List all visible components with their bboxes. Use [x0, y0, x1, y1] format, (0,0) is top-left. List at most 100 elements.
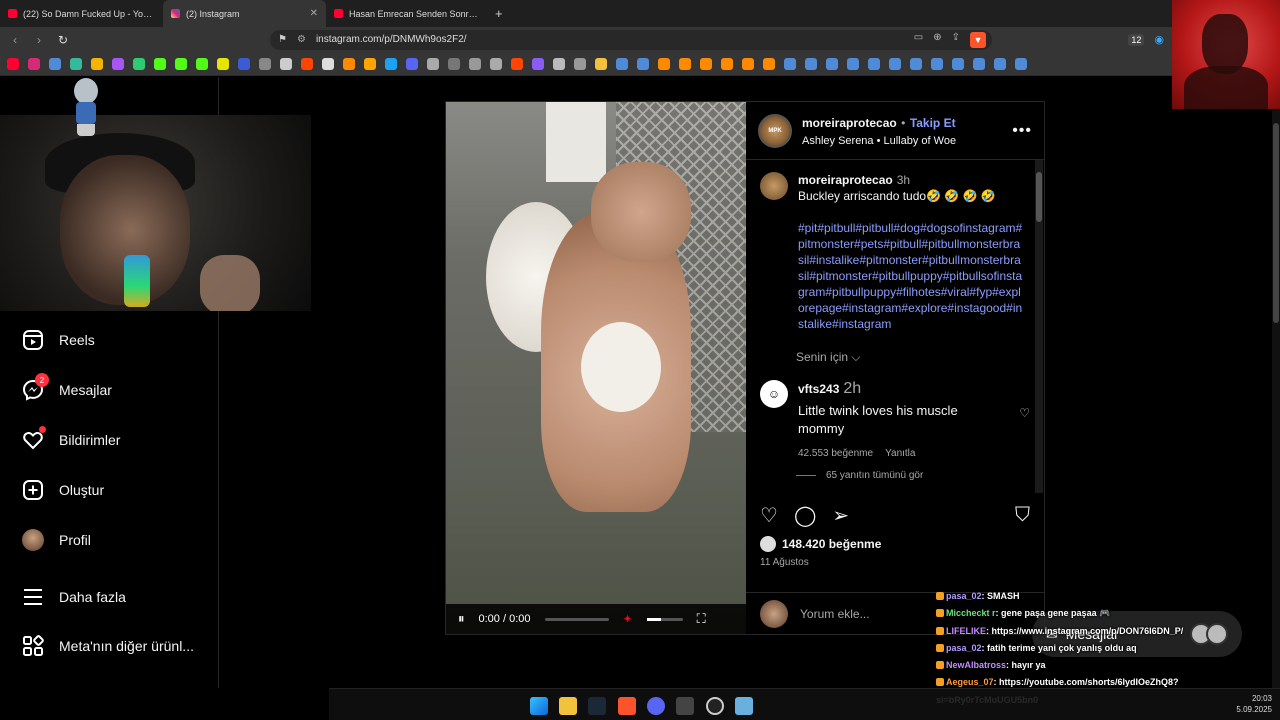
comments-scrollbar[interactable] [1035, 160, 1043, 493]
bookmark-favicon-icon[interactable] [343, 57, 355, 70]
sidebar-item-profile[interactable]: Profil [22, 529, 91, 551]
bookmark-favicon-icon[interactable] [490, 57, 502, 70]
sidebar-item-notifications[interactable]: Bildirimler [22, 426, 120, 451]
bookmark-favicon-icon[interactable] [658, 57, 670, 70]
back-icon[interactable]: ‹ [8, 33, 22, 47]
bookmark-favicon-icon[interactable] [742, 57, 754, 70]
discord-icon[interactable] [647, 697, 665, 715]
bookmark-favicon-icon[interactable] [49, 57, 61, 70]
bookmark-favicon-icon[interactable] [805, 57, 817, 70]
sidebar-item-more[interactable]: Daha fazla [22, 586, 126, 608]
author-username[interactable]: moreiraprotecao [802, 116, 897, 130]
add-comment-input[interactable]: Yorum ekle... [800, 607, 870, 621]
bookmark-favicon-icon[interactable] [133, 57, 145, 70]
sidebar-item-meta-products[interactable]: Meta'nın diğer ürünl... [22, 635, 194, 657]
obs-icon[interactable] [706, 697, 724, 715]
like-icon[interactable]: ♡ [760, 503, 778, 528]
bookmark-favicon-icon[interactable] [679, 57, 691, 70]
bookmark-favicon-icon[interactable] [784, 57, 796, 70]
comment-icon[interactable]: ◯ [794, 503, 816, 528]
page-scrollbar[interactable] [1272, 109, 1280, 720]
bookmark-favicon-icon[interactable] [322, 57, 334, 70]
bookmark-favicon-icon[interactable] [259, 57, 271, 70]
view-replies[interactable]: 65 yanıtın tümünü gör [796, 470, 923, 481]
bookmark-favicon-icon[interactable] [511, 57, 523, 70]
steam-icon[interactable] [588, 697, 606, 715]
video-progress-bar[interactable] [544, 617, 609, 621]
bookmark-favicon-icon[interactable] [931, 57, 943, 70]
caption-hashtags[interactable]: #pit#pitbull#pitbull#dog#dogsofinstagram… [798, 220, 1024, 332]
bookmark-favicon-icon[interactable] [196, 57, 208, 70]
bookmark-favicon-icon[interactable] [427, 57, 439, 70]
bookmark-favicon-icon[interactable] [889, 57, 901, 70]
like-count[interactable]: 148.420 beğenme [760, 536, 881, 552]
caption-avatar[interactable] [760, 172, 788, 200]
bookmark-favicon-icon[interactable] [952, 57, 964, 70]
bookmark-favicon-icon[interactable] [994, 57, 1006, 70]
post-video[interactable]: ⏸ 0:00 / 0:00 ✦ ⛶ [446, 102, 746, 634]
share-icon[interactable]: ➢ [832, 503, 849, 528]
tab-youtube-1[interactable]: (22) So Damn Fucked Up - YouTube [0, 0, 163, 27]
comment-avatar[interactable]: ☺ [760, 380, 788, 408]
bookmark-favicon-icon[interactable] [532, 57, 544, 70]
caption-username[interactable]: moreiraprotecao [798, 173, 893, 187]
bookmark-favicon-icon[interactable] [385, 57, 397, 70]
audio-track[interactable]: Ashley Serena • Lullaby of Woe [802, 135, 1002, 147]
sidebar-item-messages[interactable]: 2 Mesajlar [22, 373, 112, 401]
bookmark-favicon-icon[interactable] [301, 57, 313, 70]
bookmark-favicon-icon[interactable] [763, 57, 775, 70]
sidebar-item-create[interactable]: Oluştur [22, 479, 104, 501]
bookmark-favicon-icon[interactable] [280, 57, 292, 70]
bookmark-favicon-icon[interactable] [469, 57, 481, 70]
bookmark-favicon-icon[interactable] [721, 57, 733, 70]
bookmark-favicon-icon[interactable] [637, 57, 649, 70]
bookmark-favicon-icon[interactable] [574, 57, 586, 70]
author-avatar[interactable]: MPK [758, 113, 792, 148]
bookmark-favicon-icon[interactable] [406, 57, 418, 70]
share-icon[interactable]: ⇪ [952, 32, 960, 48]
bookmark-favicon-icon[interactable] [91, 57, 103, 70]
extensions-icon[interactable]: 12 [1128, 33, 1145, 46]
bookmark-favicon-icon[interactable] [28, 57, 40, 70]
bookmark-favicon-icon[interactable] [973, 57, 985, 70]
system-clock[interactable]: 20:03 5.09.2025 [1236, 693, 1272, 715]
bookmark-icon[interactable]: ⚑ [278, 34, 287, 45]
network-app-icon[interactable] [735, 697, 753, 715]
bookmark-favicon-icon[interactable] [364, 57, 376, 70]
comment-username[interactable]: vfts243 [798, 382, 839, 396]
sidebar-item-reels[interactable]: Reels [22, 329, 95, 351]
app-icon[interactable] [676, 697, 694, 715]
comment-likes[interactable]: 42.553 beğenme [798, 448, 873, 459]
bookmark-favicon-icon[interactable] [175, 57, 187, 70]
bookmark-favicon-icon[interactable] [700, 57, 712, 70]
bookmark-favicon-icon[interactable] [112, 57, 124, 70]
new-tab-button[interactable]: + [495, 6, 503, 21]
comment-like-icon[interactable]: ♡ [1019, 406, 1030, 420]
bookmark-favicon-icon[interactable] [217, 57, 229, 70]
bookmark-favicon-icon[interactable] [595, 57, 607, 70]
bookmark-favicon-icon[interactable] [616, 57, 628, 70]
bookmark-favicon-icon[interactable] [847, 57, 859, 70]
file-explorer-icon[interactable] [559, 697, 577, 715]
bookmark-favicon-icon[interactable] [826, 57, 838, 70]
bookmark-favicon-icon[interactable] [868, 57, 880, 70]
brave-icon[interactable] [618, 697, 636, 715]
url-field[interactable]: ⚑ ⚙ instagram.com/p/DNMWh9os2F2/ ▭ ⊕ ⇪ ▼ [270, 29, 992, 50]
close-icon[interactable]: ✕ [310, 8, 318, 19]
tab-youtube-2[interactable]: Hasan Emrecan Senden Sonra - YouTube [326, 0, 489, 27]
brave-shield-icon[interactable]: ▼ [970, 31, 986, 48]
bookmark-favicon-icon[interactable] [1015, 57, 1027, 70]
tab-instagram[interactable]: (2) Instagram ✕ [163, 0, 326, 27]
volume-slider[interactable] [646, 617, 683, 621]
save-icon[interactable]: ⛉ [1015, 504, 1030, 527]
bookmark-favicon-icon[interactable] [553, 57, 565, 70]
wallet-icon[interactable]: ◉ [1154, 33, 1164, 46]
bookmark-favicon-icon[interactable] [154, 57, 166, 70]
follow-button[interactable]: Takip Et [910, 116, 956, 130]
bookmark-favicon-icon[interactable] [7, 57, 19, 70]
more-options-icon[interactable]: ••• [1012, 122, 1032, 140]
bookmark-favicon-icon[interactable] [238, 57, 250, 70]
cast-icon[interactable]: ▭ [914, 32, 923, 48]
pause-icon[interactable]: ⏸ [458, 611, 465, 627]
reload-icon[interactable]: ↻ [56, 33, 70, 47]
